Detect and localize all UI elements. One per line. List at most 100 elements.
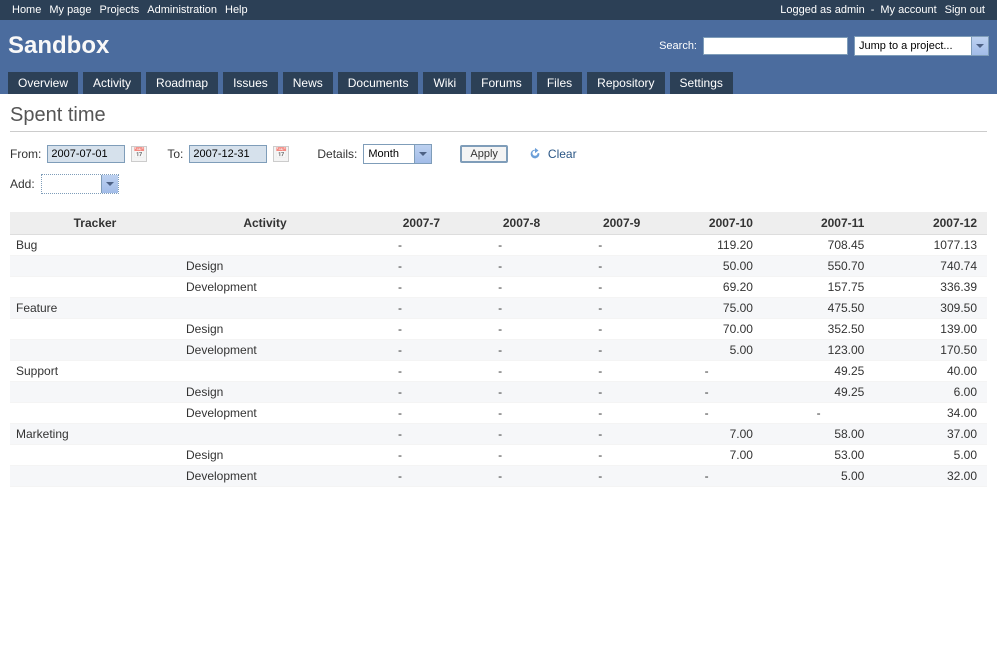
project-jump-select[interactable]: Jump to a project... — [854, 36, 989, 56]
cell-value: 123.00 — [763, 340, 874, 361]
cell-value: 37.00 — [874, 424, 987, 445]
cell-value: - — [550, 466, 650, 487]
nav-projects[interactable]: Projects — [96, 0, 144, 20]
calendar-icon[interactable] — [273, 146, 289, 162]
cell-value: - — [450, 340, 550, 361]
cell-value: 58.00 — [763, 424, 874, 445]
col-tracker: Tracker — [10, 212, 180, 235]
cell-tracker — [10, 382, 180, 403]
tab-documents[interactable]: Documents — [338, 72, 419, 94]
cell-value: 708.45 — [763, 235, 874, 256]
details-select[interactable]: Month — [363, 144, 432, 164]
tab-forums[interactable]: Forums — [471, 72, 532, 94]
cell-value: - — [550, 319, 650, 340]
cell-activity: Design — [180, 319, 350, 340]
col-2007-11: 2007-11 — [763, 212, 874, 235]
page-title: Spent time — [10, 104, 987, 132]
tab-roadmap[interactable]: Roadmap — [146, 72, 218, 94]
cell-value: - — [350, 382, 450, 403]
cell-value: 6.00 — [874, 382, 987, 403]
cell-value: - — [350, 361, 450, 382]
calendar-icon[interactable] — [131, 146, 147, 162]
tab-settings[interactable]: Settings — [670, 72, 733, 94]
cell-tracker — [10, 445, 180, 466]
cell-value: 5.00 — [874, 445, 987, 466]
nav-sign-out[interactable]: Sign out — [941, 0, 989, 20]
cell-value: 309.50 — [874, 298, 987, 319]
cell-value: 40.00 — [874, 361, 987, 382]
cell-value: - — [350, 340, 450, 361]
nav-home[interactable]: Home — [8, 0, 45, 20]
cell-value: - — [450, 466, 550, 487]
cell-value: - — [550, 340, 650, 361]
table-row: Development-----34.00 — [10, 403, 987, 424]
cell-value: - — [350, 256, 450, 277]
table-header-row: Tracker Activity 2007-7 2007-8 2007-9 20… — [10, 212, 987, 235]
to-date-input[interactable] — [189, 145, 267, 163]
cell-value: 5.00 — [763, 466, 874, 487]
clear-link[interactable]: Clear — [548, 147, 577, 161]
cell-value: - — [550, 235, 650, 256]
tab-overview[interactable]: Overview — [8, 72, 78, 94]
cell-tracker — [10, 256, 180, 277]
cell-value: - — [550, 403, 650, 424]
cell-value: 550.70 — [763, 256, 874, 277]
search-input[interactable] — [703, 37, 848, 55]
nav-my-account[interactable]: My account — [876, 0, 940, 20]
tab-news[interactable]: News — [283, 72, 333, 94]
table-row: Design---7.0053.005.00 — [10, 445, 987, 466]
cell-value: 139.00 — [874, 319, 987, 340]
tab-files[interactable]: Files — [537, 72, 582, 94]
cell-activity: Development — [180, 403, 350, 424]
tab-repository[interactable]: Repository — [587, 72, 664, 94]
tab-activity[interactable]: Activity — [83, 72, 141, 94]
main-menu: Overview Activity Roadmap Issues News Do… — [8, 66, 989, 94]
col-2007-10: 2007-10 — [650, 212, 763, 235]
add-row: Add: — [10, 174, 987, 194]
tab-issues[interactable]: Issues — [223, 72, 278, 94]
cell-value: - — [350, 277, 450, 298]
col-2007-9: 2007-9 — [550, 212, 650, 235]
header: Sandbox Search: Jump to a project... Ove… — [0, 20, 997, 94]
cell-activity: Design — [180, 382, 350, 403]
cell-tracker — [10, 466, 180, 487]
cell-value: - — [550, 277, 650, 298]
details-label: Details: — [317, 147, 357, 161]
top-menu-right: Logged as admin - My account Sign out — [780, 0, 989, 20]
apply-button[interactable]: Apply — [460, 145, 508, 163]
cell-value: 1077.13 — [874, 235, 987, 256]
cell-value: - — [450, 445, 550, 466]
top-menu: Home My page Projects Administration Hel… — [0, 0, 997, 20]
cell-value: - — [763, 403, 874, 424]
col-2007-12: 2007-12 — [874, 212, 987, 235]
from-date-input[interactable] — [47, 145, 125, 163]
cell-tracker: Support — [10, 361, 180, 382]
nav-administration[interactable]: Administration — [143, 0, 221, 20]
add-select[interactable] — [41, 174, 119, 194]
cell-activity — [180, 298, 350, 319]
cell-activity — [180, 235, 350, 256]
cell-value: - — [450, 424, 550, 445]
tab-wiki[interactable]: Wiki — [423, 72, 466, 94]
cell-value: 69.20 — [650, 277, 763, 298]
col-2007-7: 2007-7 — [350, 212, 450, 235]
cell-tracker: Feature — [10, 298, 180, 319]
cell-value: 7.00 — [650, 445, 763, 466]
cell-activity: Development — [180, 466, 350, 487]
cell-value: - — [450, 235, 550, 256]
cell-activity: Development — [180, 340, 350, 361]
cell-value: - — [450, 319, 550, 340]
project-title: Sandbox — [8, 32, 109, 60]
cell-value: 50.00 — [650, 256, 763, 277]
filters: From: To: Details: Month Apply Clear — [10, 144, 987, 164]
cell-value: - — [350, 319, 450, 340]
add-label: Add: — [10, 177, 35, 191]
cell-value: - — [650, 361, 763, 382]
cell-value: 740.74 — [874, 256, 987, 277]
cell-value: 475.50 — [763, 298, 874, 319]
nav-my-page[interactable]: My page — [45, 0, 95, 20]
table-row: Design----49.256.00 — [10, 382, 987, 403]
nav-help[interactable]: Help — [221, 0, 252, 20]
cell-value: 32.00 — [874, 466, 987, 487]
cell-value: 157.75 — [763, 277, 874, 298]
